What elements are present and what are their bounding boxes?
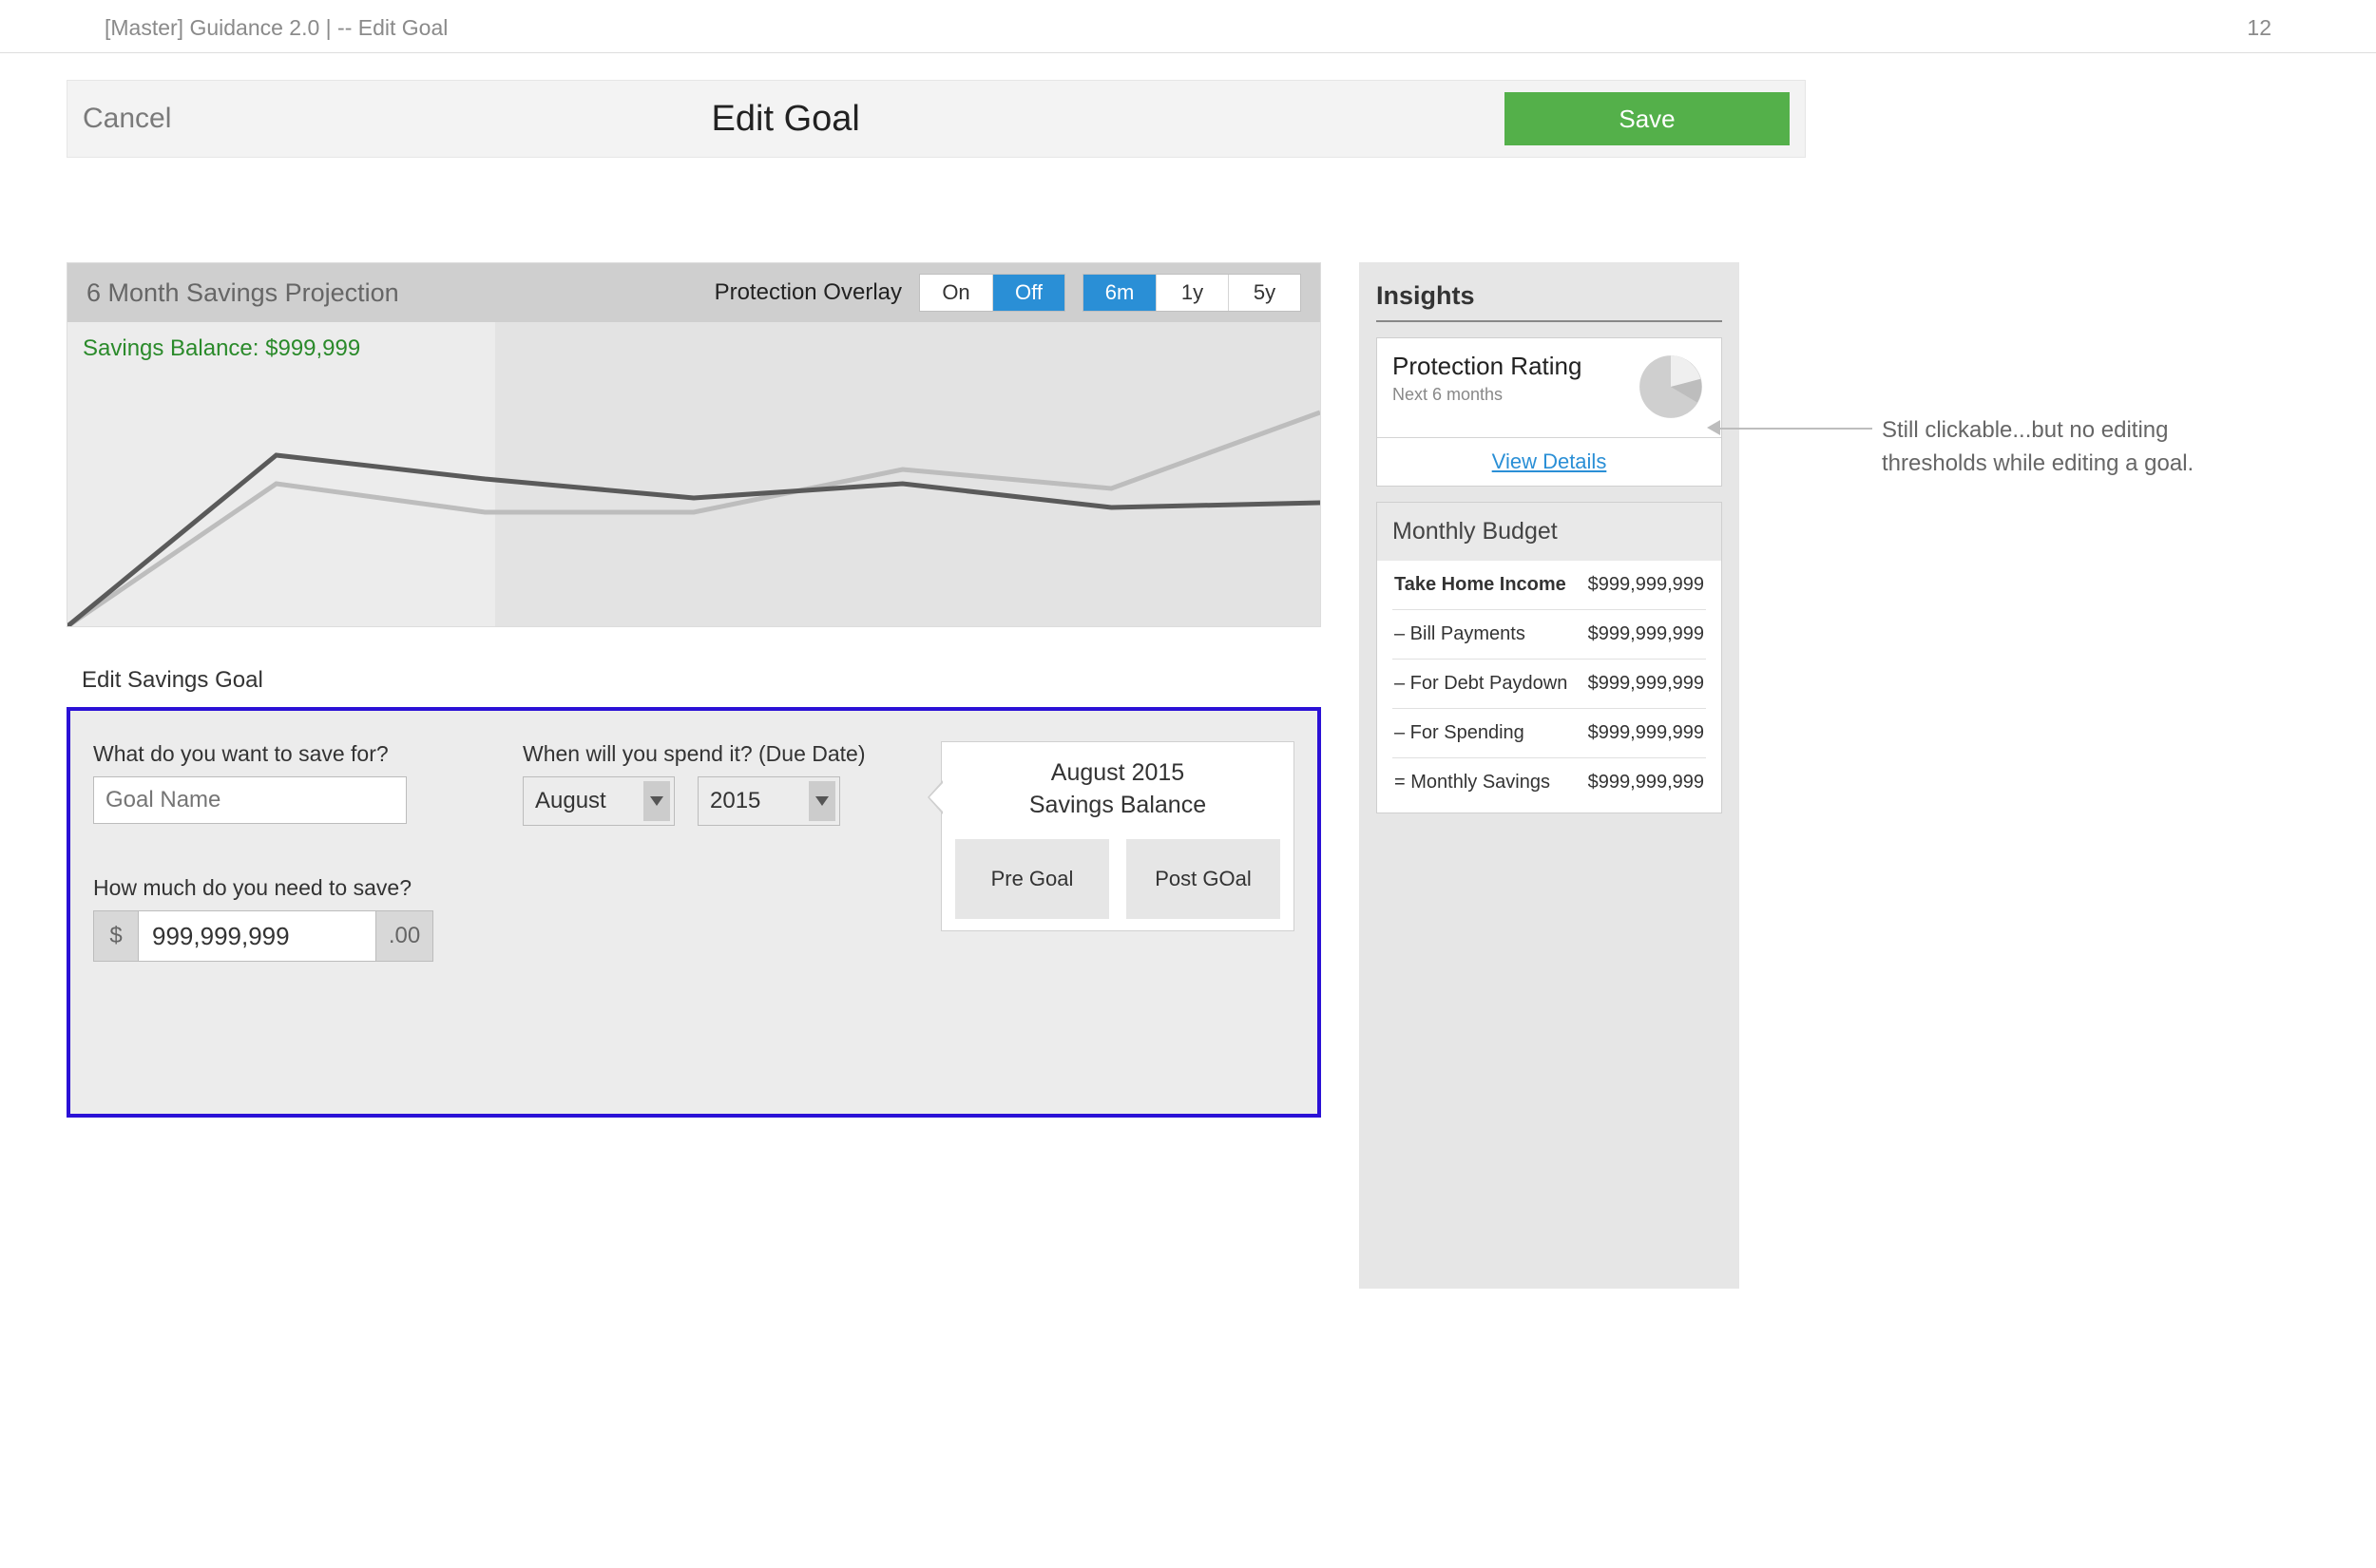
savings-chart xyxy=(67,322,1320,626)
budget-row: Take Home Income $999,999,999 xyxy=(1392,561,1706,609)
chart-area: Savings Balance: $999,999 xyxy=(67,322,1320,626)
budget-row-value: $999,999,999 xyxy=(1588,574,1704,596)
sidebar-title: Insights xyxy=(1376,281,1722,322)
range-toggle: 6m 1y 5y xyxy=(1083,274,1301,312)
pie-icon xyxy=(1636,352,1706,422)
overlay-label: Protection Overlay xyxy=(715,279,902,306)
chart-title: 6 Month Savings Projection xyxy=(86,278,698,308)
range-6m-button[interactable]: 6m xyxy=(1083,275,1156,311)
breadcrumb-text: [Master] Guidance 2.0 | -- Edit Goal xyxy=(105,15,448,41)
budget-row-value: $999,999,999 xyxy=(1588,722,1704,744)
due-date-label: When will you spend it? (Due Date) xyxy=(523,741,866,767)
range-5y-button[interactable]: 5y xyxy=(1228,275,1300,311)
budget-row: – Bill Payments $999,999,999 xyxy=(1392,609,1706,659)
month-select-value: August xyxy=(535,788,606,814)
budget-row-value: $999,999,999 xyxy=(1588,772,1704,794)
annotation-text: Still clickable...but no editing thresho… xyxy=(1882,417,2194,476)
monthly-budget-panel: Monthly Budget Take Home Income $999,999,… xyxy=(1376,502,1722,813)
page-title: Edit Goal xyxy=(67,99,1504,140)
month-select[interactable]: August xyxy=(523,776,675,826)
budget-row: – For Spending $999,999,999 xyxy=(1392,708,1706,757)
goal-name-input[interactable] xyxy=(93,776,407,824)
page-number: 12 xyxy=(2247,15,2271,41)
budget-row-label: – For Debt Paydown xyxy=(1394,673,1567,695)
amount-prefix: $ xyxy=(93,910,139,962)
budget-row: – For Debt Paydown $999,999,999 xyxy=(1392,659,1706,708)
monthly-budget-title: Monthly Budget xyxy=(1377,503,1721,561)
budget-row-label: – For Spending xyxy=(1394,722,1524,744)
budget-row-label: Take Home Income xyxy=(1394,574,1566,596)
range-1y-button[interactable]: 1y xyxy=(1156,275,1228,311)
callout-notch xyxy=(928,780,943,814)
overlay-off-button[interactable]: Off xyxy=(992,275,1064,311)
year-select[interactable]: 2015 xyxy=(698,776,840,826)
overlay-toggle: On Off xyxy=(919,274,1065,312)
amount-input[interactable] xyxy=(139,910,376,962)
budget-row-value: $999,999,999 xyxy=(1588,623,1704,645)
post-goal-button[interactable]: Post GOal xyxy=(1126,839,1280,919)
chevron-down-icon xyxy=(643,781,670,821)
view-details-link[interactable]: View Details xyxy=(1492,449,1607,473)
amount-label: How much do you need to save? xyxy=(93,875,477,901)
breadcrumb: [Master] Guidance 2.0 | -- Edit Goal 12 xyxy=(0,0,2376,53)
savings-projection-card: 6 Month Savings Projection Protection Ov… xyxy=(67,262,1321,627)
budget-row: = Monthly Savings $999,999,999 xyxy=(1392,757,1706,807)
goal-preview-card: August 2015 Savings Balance Pre Goal Pos… xyxy=(941,741,1294,931)
budget-row-label: – Bill Payments xyxy=(1394,623,1525,645)
protection-rating-panel: Protection Rating Next 6 months View Det… xyxy=(1376,337,1722,487)
chevron-down-icon xyxy=(809,781,835,821)
overlay-on-button[interactable]: On xyxy=(920,275,992,311)
protection-subtitle: Next 6 months xyxy=(1392,385,1581,405)
title-bar: Cancel Edit Goal Save xyxy=(67,80,1806,158)
insights-sidebar: Insights Protection Rating Next 6 months… xyxy=(1359,262,1739,1289)
amount-suffix: .00 xyxy=(376,910,433,962)
year-select-value: 2015 xyxy=(710,788,760,814)
editor-subtitle: Edit Savings Goal xyxy=(82,667,1321,694)
pre-goal-button[interactable]: Pre Goal xyxy=(955,839,1109,919)
budget-row-label: = Monthly Savings xyxy=(1394,772,1550,794)
chart-series-projection xyxy=(67,412,1320,626)
goal-name-label: What do you want to save for? xyxy=(93,741,477,767)
save-button[interactable]: Save xyxy=(1504,92,1790,145)
budget-row-value: $999,999,999 xyxy=(1588,673,1704,695)
protection-title: Protection Rating xyxy=(1392,352,1581,381)
preview-title: August 2015 Savings Balance xyxy=(955,757,1280,822)
wireframe-annotation: Still clickable...but no editing thresho… xyxy=(1882,414,2262,481)
edit-goal-form: What do you want to save for? How much d… xyxy=(67,707,1321,1118)
